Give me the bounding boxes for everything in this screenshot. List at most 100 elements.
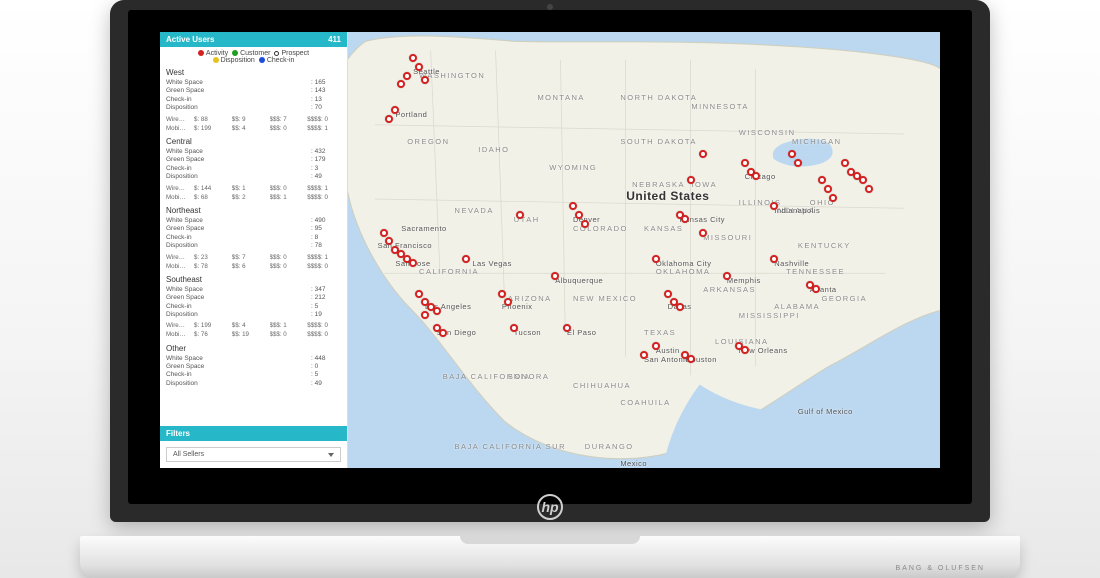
map-marker[interactable] — [397, 80, 405, 88]
grid-row: Wire…$: 88$$: 9$$$: 7$$$$: 0 — [166, 116, 341, 124]
grid-cell: $$: 19 — [232, 331, 266, 339]
map-marker[interactable] — [391, 106, 399, 114]
map-marker[interactable] — [794, 159, 802, 167]
map-marker[interactable] — [498, 290, 506, 298]
map-marker[interactable] — [409, 259, 417, 267]
grid-cell: Wire… — [166, 116, 190, 124]
map-marker[interactable] — [462, 255, 470, 263]
grid-cell: $$$: 0 — [270, 331, 304, 339]
map-marker[interactable] — [788, 150, 796, 158]
legend-dot-icon — [198, 50, 204, 56]
map-marker[interactable] — [403, 72, 411, 80]
stat-value: : 490 — [311, 217, 341, 225]
map-marker[interactable] — [741, 346, 749, 354]
stat-row: White Space: 432 — [166, 148, 341, 156]
grid-cell: $: 76 — [194, 331, 228, 339]
map-marker[interactable] — [812, 285, 820, 293]
city-label: Mexico — [620, 459, 647, 468]
region-block: WestWhite Space: 165Green Space: 143Chec… — [166, 68, 341, 133]
map-marker[interactable] — [439, 329, 447, 337]
stat-row: Disposition: 78 — [166, 242, 341, 250]
map-marker[interactable] — [664, 290, 672, 298]
brand-text: BANG & OLUFSEN — [896, 565, 985, 572]
map-marker[interactable] — [741, 159, 749, 167]
map-marker[interactable] — [421, 76, 429, 84]
stat-key: White Space — [166, 286, 311, 294]
stat-value: : 5 — [311, 371, 341, 379]
legend-item: Activity — [198, 50, 228, 57]
map-marker[interactable] — [640, 351, 648, 359]
map-marker[interactable] — [723, 272, 731, 280]
map-marker[interactable] — [859, 176, 867, 184]
map-marker[interactable] — [581, 220, 589, 228]
map-marker[interactable] — [818, 176, 826, 184]
stat-row: Green Space: 179 — [166, 156, 341, 164]
map-marker[interactable] — [699, 229, 707, 237]
grid-row: Wire…$: 144$$: 1$$$: 0$$$$: 1 — [166, 185, 341, 193]
stat-row: Check-in: 13 — [166, 96, 341, 104]
stat-row: Green Space: 143 — [166, 87, 341, 95]
stat-value: : 49 — [311, 173, 341, 181]
map-marker[interactable] — [415, 63, 423, 71]
stat-value: : 8 — [311, 234, 341, 242]
grid-row: Mobi…$: 199$$: 4$$$: 0$$$$: 1 — [166, 125, 341, 133]
map-marker[interactable] — [865, 185, 873, 193]
map-marker[interactable] — [385, 237, 393, 245]
grid-cell: $$$$: 0 — [307, 194, 341, 202]
grid-cell: Mobi… — [166, 263, 190, 271]
map-marker[interactable] — [433, 307, 441, 315]
stat-row: White Space: 448 — [166, 355, 341, 363]
stat-value: : 0 — [311, 363, 341, 371]
map-marker[interactable] — [551, 272, 559, 280]
map-marker[interactable] — [770, 202, 778, 210]
map-marker[interactable] — [829, 194, 837, 202]
map-marker[interactable] — [385, 115, 393, 123]
header-title: Active Users — [166, 35, 214, 44]
map-marker[interactable] — [824, 185, 832, 193]
map-marker[interactable] — [510, 324, 518, 332]
stat-row: Check-in: 3 — [166, 165, 341, 173]
map-marker[interactable] — [409, 54, 417, 62]
map-marker[interactable] — [575, 211, 583, 219]
map-marker[interactable] — [687, 355, 695, 363]
grid-cell: $$: 2 — [232, 194, 266, 202]
map-marker[interactable] — [752, 172, 760, 180]
map-marker[interactable] — [841, 159, 849, 167]
map-marker[interactable] — [516, 211, 524, 219]
map-marker[interactable] — [687, 176, 695, 184]
laptop-base: BANG & OLUFSEN — [80, 536, 1020, 578]
map-marker[interactable] — [563, 324, 571, 332]
state-label: SOUTH DAKOTA — [620, 137, 697, 146]
map-marker[interactable] — [421, 311, 429, 319]
stat-key: Check-in — [166, 371, 311, 379]
map-marker[interactable] — [504, 298, 512, 306]
map-marker[interactable] — [770, 255, 778, 263]
stat-key: Green Space — [166, 156, 311, 164]
map-marker[interactable] — [652, 342, 660, 350]
city-label: Nashville — [774, 259, 809, 268]
grid-cell: $$$: 1 — [270, 322, 304, 330]
grid-row: Wire…$: 199$$: 4$$$: 1$$$$: 0 — [166, 322, 341, 330]
grid-cell: $$$: 0 — [270, 254, 304, 262]
grid-cell: $$: 6 — [232, 263, 266, 271]
regions-list[interactable]: WestWhite Space: 165Green Space: 143Chec… — [160, 68, 347, 426]
city-label: Las Vegas — [472, 259, 512, 268]
map-marker[interactable] — [415, 290, 423, 298]
grid-cell: $: 144 — [194, 185, 228, 193]
grid-cell: $$$$: 1 — [307, 254, 341, 262]
map[interactable]: United States WASHINGTONMONTANAOREGONIDA… — [348, 32, 940, 468]
map-marker[interactable] — [676, 303, 684, 311]
map-marker[interactable] — [652, 255, 660, 263]
map-marker[interactable] — [681, 215, 689, 223]
state-label: WYOMING — [549, 163, 597, 172]
seller-select-label: All Sellers — [173, 451, 204, 458]
state-label: KANSAS — [644, 224, 683, 233]
map-marker[interactable] — [380, 229, 388, 237]
chevron-down-icon — [328, 453, 334, 457]
state-label: MONTANA — [537, 93, 584, 102]
seller-select[interactable]: All Sellers — [166, 447, 341, 462]
map-marker[interactable] — [699, 150, 707, 158]
stat-value: : 70 — [311, 104, 341, 112]
map-marker[interactable] — [569, 202, 577, 210]
stat-key: Green Space — [166, 225, 311, 233]
